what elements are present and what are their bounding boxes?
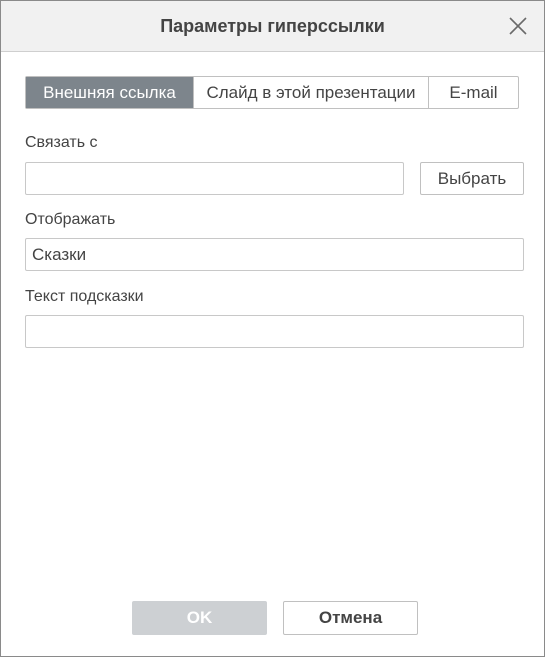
tab-external-link[interactable]: Внешняя ссылка — [26, 77, 193, 108]
link-to-input[interactable] — [25, 162, 404, 195]
select-button[interactable]: Выбрать — [420, 162, 524, 195]
display-label: Отображать — [25, 211, 116, 228]
link-type-tabs: Внешняя ссылка Слайд в этой презентации … — [25, 76, 519, 109]
cancel-button[interactable]: Отмена — [283, 601, 418, 635]
dialog-title: Параметры гиперссылки — [160, 16, 385, 36]
close-button[interactable] — [507, 15, 529, 37]
tooltip-text-label: Текст подсказки — [25, 288, 144, 305]
link-to-label: Связать с — [25, 134, 98, 151]
ok-button[interactable]: OK — [132, 601, 267, 635]
hyperlink-settings-dialog: Параметры гиперссылки Внешняя ссылка Сла… — [0, 0, 545, 657]
tab-slide-in-presentation[interactable]: Слайд в этой презентации — [193, 77, 428, 108]
tab-email[interactable]: E-mail — [428, 77, 518, 108]
dialog-titlebar: Параметры гиперссылки — [1, 1, 544, 52]
display-input[interactable] — [25, 238, 524, 271]
tooltip-text-input[interactable] — [25, 315, 524, 348]
close-icon — [509, 17, 527, 35]
